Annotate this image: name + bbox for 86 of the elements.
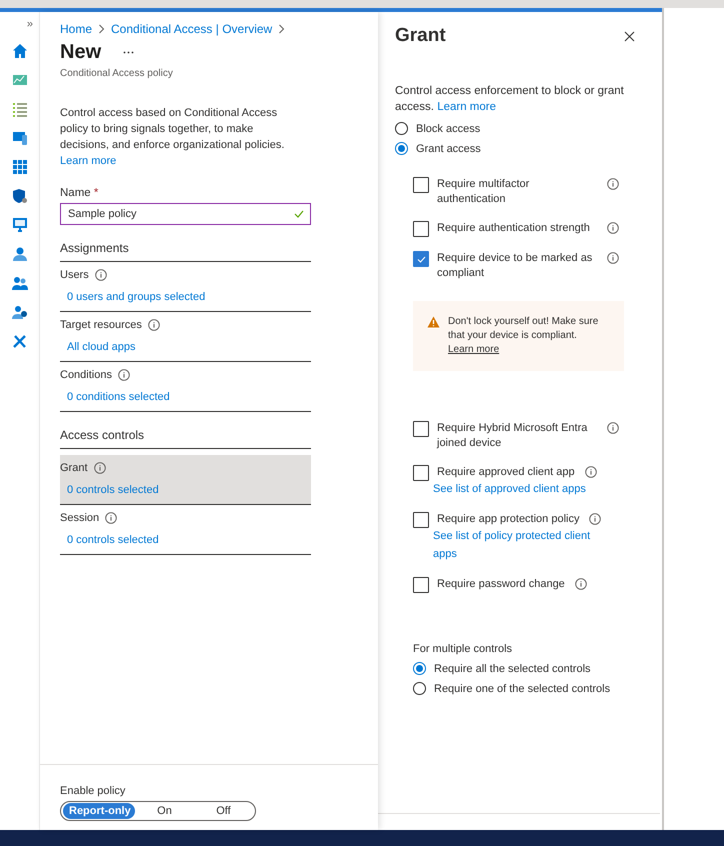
checkbox-label[interactable]: Require Hybrid Microsoft Entra joined device bbox=[437, 421, 597, 451]
grid-icon[interactable] bbox=[12, 159, 28, 175]
checkbox-label[interactable]: Require app protection policy bbox=[437, 512, 580, 527]
shield-icon[interactable] bbox=[12, 188, 28, 204]
info-icon[interactable] bbox=[105, 512, 118, 524]
setting-value-link[interactable]: 0 users and groups selected bbox=[67, 291, 311, 303]
close-icon[interactable] bbox=[624, 30, 635, 42]
policy-setting-item[interactable]: Session 0 controls selected bbox=[60, 505, 311, 555]
learn-more-link[interactable]: Learn more bbox=[437, 101, 496, 113]
checkbox[interactable] bbox=[413, 465, 429, 481]
info-icon[interactable] bbox=[607, 222, 619, 234]
setting-value-link[interactable]: 0 controls selected bbox=[67, 534, 311, 546]
radio-button[interactable] bbox=[395, 142, 408, 155]
list-icon[interactable] bbox=[12, 101, 28, 117]
setting-value-link[interactable]: 0 conditions selected bbox=[67, 391, 311, 403]
toggle-option[interactable]: Off bbox=[194, 803, 253, 819]
field-label: Name * bbox=[60, 187, 100, 199]
name-field[interactable]: Sample policy bbox=[60, 203, 311, 225]
learn-more-link[interactable]: Learn more bbox=[448, 344, 500, 355]
warning-text: Don't lock yourself out! Make sure that your device is compliant. Learn more bbox=[448, 315, 600, 357]
radio-button[interactable] bbox=[413, 682, 426, 695]
user-icon[interactable] bbox=[12, 246, 28, 262]
info-icon[interactable] bbox=[607, 178, 619, 190]
policy-setting-item[interactable]: Target resources All cloud apps bbox=[60, 312, 311, 362]
info-icon[interactable] bbox=[574, 578, 587, 590]
panel-description: Control access enforcement to block or grant access. Learn more bbox=[395, 84, 625, 115]
policy-setting-item[interactable]: Users 0 users and groups selected bbox=[60, 262, 311, 312]
chevron-icon bbox=[278, 24, 286, 34]
checkbox-label[interactable]: Require password change bbox=[437, 577, 565, 592]
expand-button[interactable]: » bbox=[26, 19, 33, 30]
setting-label: Target resources bbox=[60, 318, 142, 330]
learn-more-link[interactable]: Learn more bbox=[60, 155, 116, 167]
radio-label[interactable]: Require one of the selected controls bbox=[434, 682, 610, 694]
info-icon[interactable] bbox=[118, 369, 130, 381]
group-label: For multiple controls bbox=[413, 643, 514, 655]
info-icon[interactable] bbox=[607, 422, 619, 434]
checkbox-label[interactable]: Require authentication strength bbox=[437, 221, 597, 236]
client-apps-link[interactable]: See list of approved client apps bbox=[433, 480, 608, 498]
check-icon bbox=[416, 256, 426, 262]
more-icon[interactable] bbox=[123, 51, 134, 54]
info-icon[interactable] bbox=[607, 252, 619, 264]
info-icon[interactable] bbox=[94, 462, 106, 474]
chevron-icon bbox=[98, 24, 106, 34]
toggle-option[interactable]: On bbox=[135, 803, 194, 819]
checkbox[interactable] bbox=[413, 512, 429, 528]
radio-button[interactable] bbox=[395, 122, 408, 135]
radio-button[interactable] bbox=[413, 662, 426, 675]
checkbox-label[interactable]: Require approved client app bbox=[437, 465, 575, 480]
info-icon[interactable] bbox=[94, 269, 107, 281]
checkbox-label[interactable]: Require multifactor authentication bbox=[437, 177, 597, 207]
policy-setting-item[interactable]: Grant 0 controls selected bbox=[60, 455, 311, 505]
checkbox[interactable] bbox=[413, 177, 429, 193]
panel-title: Grant bbox=[395, 25, 446, 47]
radio-label[interactable]: Block access bbox=[416, 122, 480, 134]
description: Control access based on Conditional Access policy to bring signals together, to make decisions, and enforce organizational policies. Learn more bbox=[60, 106, 286, 169]
setting-label: Session bbox=[60, 512, 100, 524]
info-icon[interactable] bbox=[584, 466, 597, 478]
setting-label: Users bbox=[60, 268, 89, 280]
checkbox-label[interactable]: Require device to be marked as compliant bbox=[437, 251, 597, 281]
setting-label: Grant bbox=[60, 462, 88, 474]
client-apps-link[interactable]: See list of policy protected client apps bbox=[433, 527, 608, 563]
breadcrumb-link[interactable]: Conditional Access | Overview bbox=[111, 22, 272, 36]
checkbox[interactable] bbox=[413, 251, 429, 267]
policy-setting-item[interactable]: Conditions 0 conditions selected bbox=[60, 362, 311, 412]
field-label: Enable policy bbox=[60, 785, 126, 797]
monitor-icon[interactable] bbox=[12, 217, 28, 233]
breadcrumb-link[interactable]: Home bbox=[60, 22, 92, 36]
page-title: New bbox=[60, 41, 102, 64]
policy-toggle[interactable]: Report-only On Off bbox=[60, 801, 256, 821]
users-icon[interactable] bbox=[12, 275, 28, 291]
radio-label[interactable]: Require all the selected controls bbox=[434, 662, 591, 674]
section-heading: Assignments bbox=[60, 241, 311, 262]
checkbox[interactable] bbox=[413, 577, 429, 593]
page-subtitle: Conditional Access policy bbox=[60, 68, 174, 79]
checkbox[interactable] bbox=[413, 421, 429, 437]
info-icon[interactable] bbox=[148, 319, 160, 331]
toggle-option[interactable]: Report-only bbox=[63, 803, 135, 819]
devices-icon[interactable] bbox=[12, 130, 28, 146]
checkbox[interactable] bbox=[413, 221, 429, 237]
info-icon[interactable] bbox=[589, 513, 602, 525]
radio-label[interactable]: Grant access bbox=[416, 142, 481, 154]
section-heading: Access controls bbox=[60, 428, 311, 449]
home-icon[interactable] bbox=[12, 43, 28, 59]
setting-label: Conditions bbox=[60, 368, 112, 380]
setting-value-link[interactable]: All cloud apps bbox=[67, 341, 311, 353]
warning-icon bbox=[427, 316, 440, 328]
